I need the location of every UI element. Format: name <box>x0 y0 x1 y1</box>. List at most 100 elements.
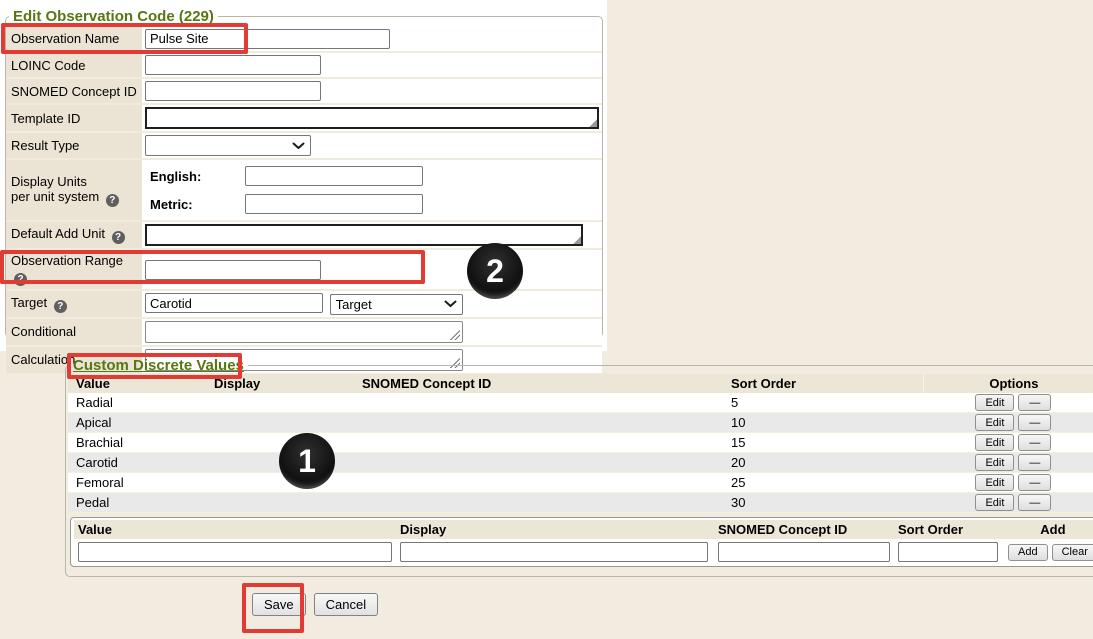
table-row: Femoral 25 Edit — <box>68 473 1093 493</box>
header-sort-order: Sort Order <box>731 374 923 393</box>
row-display-units: Display Units per unit system ? English:… <box>6 159 602 221</box>
header-value: Value <box>76 374 214 393</box>
row-loinc-code: LOINC Code <box>6 52 602 78</box>
row-template-id: Template ID <box>6 104 602 132</box>
remove-button[interactable]: — <box>1018 454 1051 471</box>
table-row: Apical 10 Edit — <box>68 413 1093 433</box>
add-value-input[interactable] <box>78 542 392 562</box>
resize-corner-icon <box>572 235 581 244</box>
edit-observation-form: Observation Name LOINC Code SNOMED Conce… <box>6 26 602 375</box>
metric-units-input[interactable] <box>245 194 423 214</box>
result-type-label: Result Type <box>6 132 142 159</box>
cell-value: Femoral <box>76 473 214 492</box>
observation-range-input[interactable] <box>145 260 321 280</box>
cell-sort-order: 30 <box>731 493 923 512</box>
annotation-badge-1: 1 <box>279 433 335 489</box>
loinc-code-input[interactable] <box>145 55 321 75</box>
edit-button[interactable]: Edit <box>975 414 1014 431</box>
edit-button[interactable]: Edit <box>975 454 1014 471</box>
snomed-concept-id-label: SNOMED Concept ID <box>6 78 142 104</box>
table-row: Radial 5 Edit — <box>68 393 1093 413</box>
action-bar: Save Cancel <box>252 593 378 616</box>
display-units-label-line1: Display Units <box>11 174 87 189</box>
default-add-unit-textarea[interactable] <box>145 224 583 246</box>
display-units-label: Display Units per unit system ? <box>6 159 142 221</box>
row-result-type: Result Type <box>6 132 602 159</box>
conditional-label: Conditional <box>6 318 142 346</box>
result-type-select[interactable] <box>145 135 311 156</box>
add-value-input-row: Add Clear <box>74 542 1093 562</box>
cell-value: Apical <box>76 413 214 432</box>
observation-range-label: Observation Range ? <box>6 249 142 290</box>
edit-button[interactable]: Edit <box>975 394 1014 411</box>
loinc-code-label: LOINC Code <box>6 52 142 78</box>
add-sort-order-input[interactable] <box>898 542 998 562</box>
add-button[interactable]: Add <box>1008 544 1048 561</box>
remove-button[interactable]: — <box>1018 414 1051 431</box>
add-header-display: Display <box>400 520 718 539</box>
cell-value: Pedal <box>76 493 214 512</box>
remove-button[interactable]: — <box>1018 394 1051 411</box>
help-icon[interactable]: ? <box>14 273 27 286</box>
remove-button[interactable]: — <box>1018 494 1051 511</box>
observation-name-input[interactable] <box>145 29 390 49</box>
edit-observation-title: Edit Observation Code (229) <box>9 8 218 25</box>
edit-button[interactable]: Edit <box>975 474 1014 491</box>
add-header-add: Add <box>1008 520 1093 539</box>
resize-grip-icon[interactable] <box>450 330 460 340</box>
default-add-unit-label: Default Add Unit ? <box>6 221 142 249</box>
help-icon[interactable]: ? <box>106 194 119 207</box>
observation-range-label-text: Observation Range <box>11 253 123 268</box>
snomed-concept-id-input[interactable] <box>145 81 321 101</box>
help-icon[interactable]: ? <box>54 300 67 313</box>
conditional-textarea[interactable] <box>145 321 463 343</box>
add-header-value: Value <box>78 520 400 539</box>
cell-sort-order: 20 <box>731 453 923 472</box>
template-id-textarea[interactable] <box>145 107 599 129</box>
add-value-header-row: Value Display SNOMED Concept ID Sort Ord… <box>74 520 1093 539</box>
default-add-unit-label-text: Default Add Unit <box>11 226 105 241</box>
table-row: Pedal 30 Edit — <box>68 493 1093 513</box>
cancel-button[interactable]: Cancel <box>314 593 378 616</box>
cell-value: Brachial <box>76 433 214 452</box>
edit-button[interactable]: Edit <box>975 494 1014 511</box>
cell-value: Carotid <box>76 453 214 472</box>
add-snomed-input[interactable] <box>718 542 890 562</box>
clear-button[interactable]: Clear <box>1052 544 1093 561</box>
row-observation-name: Observation Name <box>6 26 602 52</box>
table-row: Carotid 20 Edit — <box>68 453 1093 473</box>
annotation-badge-2: 2 <box>467 243 523 299</box>
observation-name-label: Observation Name <box>6 26 142 52</box>
row-conditional: Conditional <box>6 318 602 346</box>
help-icon[interactable]: ? <box>112 231 125 244</box>
row-snomed-concept-id: SNOMED Concept ID <box>6 78 602 104</box>
cell-sort-order: 5 <box>731 393 923 412</box>
discrete-values-header-row: Value Display SNOMED Concept ID Sort Ord… <box>68 374 1093 393</box>
remove-button[interactable]: — <box>1018 474 1051 491</box>
english-units-input[interactable] <box>245 166 423 186</box>
cell-sort-order: 10 <box>731 413 923 432</box>
row-default-add-unit: Default Add Unit ? <box>6 221 602 249</box>
page: Edit Observation Code (229) Observation … <box>0 0 1093 639</box>
add-header-snomed: SNOMED Concept ID <box>718 520 898 539</box>
custom-discrete-values-fieldset: Custom Discrete Values Value Display SNO… <box>65 357 1093 577</box>
target-selected-value: Target <box>336 297 372 312</box>
display-units-label-line2: per unit system <box>11 189 99 204</box>
chevron-down-icon <box>444 300 457 308</box>
chevron-down-icon <box>292 142 305 150</box>
target-select[interactable]: Target <box>330 294 463 315</box>
save-button[interactable]: Save <box>252 593 306 616</box>
add-header-sort-order: Sort Order <box>898 520 1008 539</box>
metric-units-label: Metric: <box>145 197 245 212</box>
add-value-box: Value Display SNOMED Concept ID Sort Ord… <box>70 517 1093 567</box>
row-target: Target ? Target <box>6 290 602 318</box>
target-label: Target ? <box>6 290 142 318</box>
english-units-label: English: <box>145 169 245 184</box>
remove-button[interactable]: — <box>1018 434 1051 451</box>
table-row: Brachial 15 Edit — <box>68 433 1093 453</box>
add-display-input[interactable] <box>400 542 708 562</box>
template-id-label: Template ID <box>6 104 142 132</box>
target-input[interactable] <box>145 293 323 313</box>
edit-button[interactable]: Edit <box>975 434 1014 451</box>
resize-corner-icon <box>588 118 597 127</box>
